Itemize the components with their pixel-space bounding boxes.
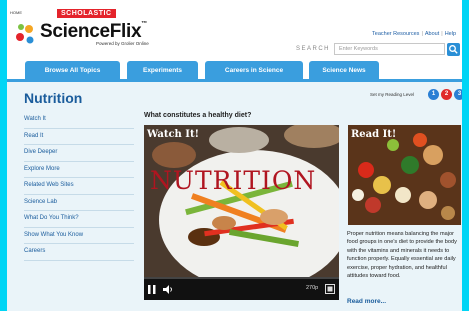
video-quality-label[interactable]: 270p bbox=[306, 285, 318, 291]
video-controls: 270p bbox=[144, 277, 339, 300]
page-title: Nutrition bbox=[24, 90, 83, 106]
reading-level-1-button[interactable]: 1 bbox=[428, 89, 439, 100]
scienceflix-logo-icon[interactable] bbox=[12, 20, 38, 46]
home-link[interactable]: HOME bbox=[10, 10, 22, 15]
utility-links: Teacher Resources | About | Help bbox=[372, 31, 456, 37]
tab-browse-all-topics[interactable]: Browse All Topics bbox=[25, 61, 120, 80]
tab-experiments[interactable]: Experiments bbox=[127, 61, 198, 80]
main-nav: Browse All Topics Experiments Careers in… bbox=[7, 61, 462, 80]
video-progress-bar[interactable] bbox=[144, 277, 339, 279]
scholastic-brand[interactable]: SCHOLASTIC bbox=[57, 9, 116, 18]
teacher-resources-link[interactable]: Teacher Resources bbox=[372, 31, 419, 37]
sidebar-item-science-lab[interactable]: Science Lab bbox=[24, 194, 134, 211]
sidebar-item-read-it[interactable]: Read It bbox=[24, 128, 134, 145]
search-button[interactable] bbox=[447, 43, 460, 56]
scienceflix-logo[interactable]: ScienceFlix™ bbox=[40, 21, 147, 43]
powered-by-text: Powered by Grolier Online bbox=[96, 41, 149, 46]
healthy-food-image bbox=[348, 125, 461, 225]
volume-icon[interactable] bbox=[163, 285, 173, 294]
read-it-badge: Read It! bbox=[351, 129, 397, 140]
search-input[interactable]: Enter Keywords bbox=[334, 43, 445, 55]
sidebar-item-what-do-you-think[interactable]: What Do You Think? bbox=[24, 210, 134, 228]
food-plate-image bbox=[144, 125, 339, 290]
tab-science-news[interactable]: Science News bbox=[309, 61, 379, 80]
read-it-summary: Proper nutrition means balancing the maj… bbox=[347, 231, 457, 280]
about-link[interactable]: About bbox=[425, 31, 439, 37]
fullscreen-icon[interactable] bbox=[325, 284, 335, 294]
reading-level-2-button[interactable]: 2 bbox=[441, 89, 452, 100]
watch-it-badge: Watch It! bbox=[147, 129, 199, 140]
sidebar-item-related-web-sites[interactable]: Related Web Sites bbox=[24, 177, 134, 195]
help-link[interactable]: Help bbox=[445, 31, 456, 37]
sidebar-item-careers[interactable]: Careers bbox=[24, 243, 134, 261]
reading-level-label: Set my Reading Level bbox=[370, 92, 415, 97]
reading-level-3-button[interactable]: 3 bbox=[454, 89, 462, 100]
video-title-overlay: NUTRITION bbox=[150, 166, 317, 195]
page-frame: HOME SCHOLASTIC ScienceFlix™ Powered by … bbox=[7, 0, 462, 311]
sidebar-item-dive-deeper[interactable]: Dive Deeper bbox=[24, 144, 134, 162]
pause-icon[interactable] bbox=[148, 285, 156, 294]
sidebar-item-explore-more[interactable]: Explore More bbox=[24, 161, 134, 178]
video-frame: Watch It! NUTRITION bbox=[144, 125, 339, 290]
read-more-link[interactable]: Read more... bbox=[347, 298, 386, 305]
read-it-image[interactable]: Read It! bbox=[348, 125, 461, 225]
sidebar-item-watch-it[interactable]: Watch It bbox=[24, 111, 134, 129]
tab-careers-in-science[interactable]: Careers in Science bbox=[205, 61, 303, 80]
section-question: What constitutes a healthy diet? bbox=[144, 112, 252, 119]
search-icon bbox=[449, 45, 458, 54]
sidebar-item-show-what-you-know[interactable]: Show What You Know bbox=[24, 227, 134, 244]
video-player[interactable]: Watch It! NUTRITION 270p bbox=[144, 125, 339, 300]
search-label: SEARCH bbox=[296, 46, 331, 52]
